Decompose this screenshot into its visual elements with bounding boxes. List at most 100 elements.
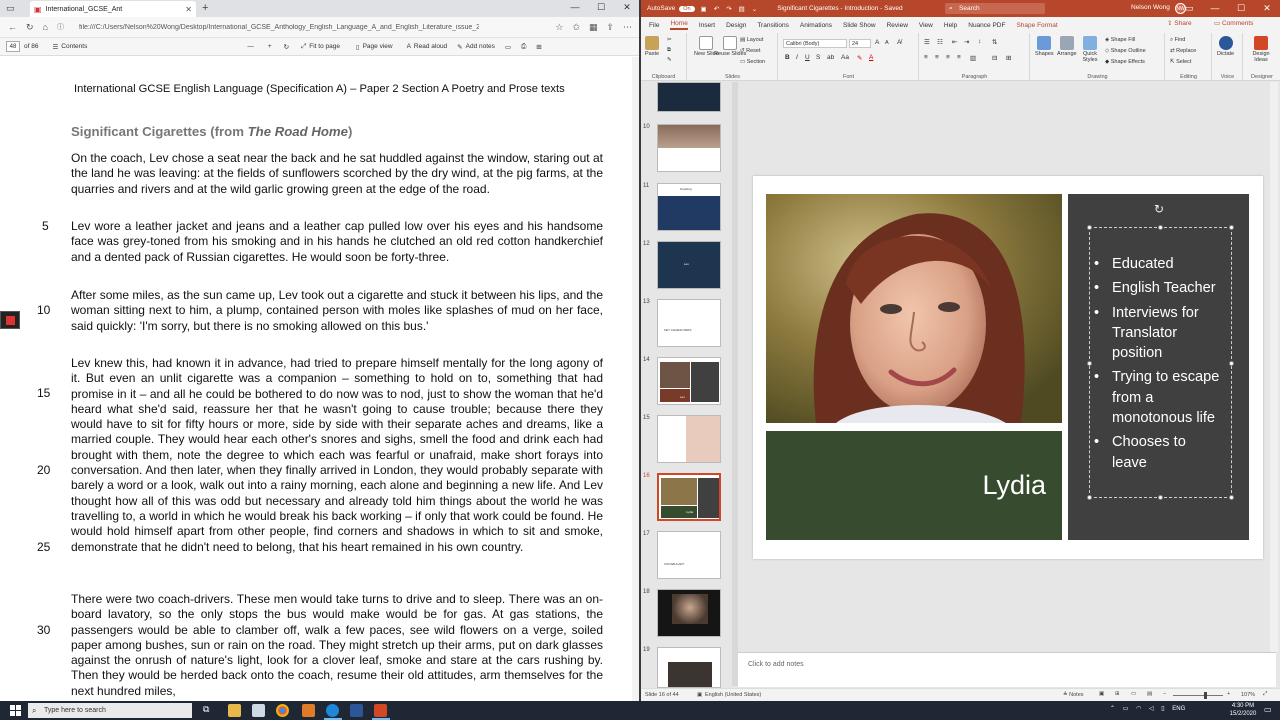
arrange-button[interactable]: Arrange <box>1057 36 1077 57</box>
favorites-icon[interactable]: ✩ <box>572 22 580 33</box>
slide-thumbnail-16[interactable]: Lydia <box>657 473 721 521</box>
new-tab-icon[interactable]: + <box>202 2 208 14</box>
format-painter-icon[interactable]: ✎ <box>667 57 672 63</box>
tab-nuance-pdf[interactable]: Nuance PDF <box>968 22 1005 29</box>
notes-button[interactable]: ≜ Notes <box>1063 692 1084 698</box>
char-spacing-icon[interactable]: ab <box>827 54 834 61</box>
quick-styles-button[interactable]: Quick Styles <box>1079 36 1101 63</box>
resize-handle[interactable] <box>1158 225 1163 230</box>
slide-thumbnail-14[interactable]: Lev <box>657 357 721 405</box>
more-icon[interactable]: ⋯ <box>623 22 632 33</box>
maximize-icon[interactable]: ☐ <box>1228 3 1254 14</box>
spell-check-icon[interactable]: ▣ <box>697 692 702 698</box>
language-indicator[interactable]: English (United States) <box>705 692 761 698</box>
resize-handle[interactable] <box>1229 361 1234 366</box>
fit-slide-icon[interactable]: ⤢ <box>1263 691 1267 698</box>
zoom-in-icon[interactable]: + <box>268 43 272 50</box>
network-icon[interactable]: ▭ <box>1123 706 1129 712</box>
normal-view-icon[interactable]: ▣ <box>1099 691 1104 697</box>
slide-thumbnail-18[interactable] <box>657 589 721 637</box>
align-center-icon[interactable]: ≡ <box>935 54 939 61</box>
bold-icon[interactable]: B <box>785 54 790 61</box>
resize-handle[interactable] <box>1087 225 1092 230</box>
minimize-icon[interactable]: — <box>1202 3 1228 14</box>
close-icon[interactable]: ✕ <box>1254 3 1280 14</box>
tab-actions-icon[interactable]: ▭ <box>6 3 15 14</box>
bullets-icon[interactable]: ☰ <box>924 38 930 46</box>
chrome-icon[interactable] <box>276 704 289 717</box>
bullet-item[interactable]: Trying to escape from a monotonous life <box>1094 367 1224 428</box>
fit-to-page-button[interactable]: ⤢ Fit to page <box>301 43 340 51</box>
zoom-slider-thumb[interactable] <box>1204 692 1207 699</box>
tab-close-icon[interactable]: ✕ <box>185 5 192 14</box>
tab-animations[interactable]: Animations <box>800 22 832 29</box>
bullet-item[interactable]: Educated <box>1094 254 1224 275</box>
tab-shape-format[interactable]: Shape Format <box>1016 22 1057 29</box>
user-name[interactable]: Nelson Wong <box>1131 4 1170 11</box>
tab-design[interactable]: Design <box>726 22 746 29</box>
resize-handle[interactable] <box>1158 495 1163 500</box>
numbering-icon[interactable]: ☷ <box>937 38 943 46</box>
pdf-scrollbar[interactable] <box>632 57 639 701</box>
tray-chevron-icon[interactable]: ⌃ <box>1110 706 1115 712</box>
windows-start-icon[interactable] <box>10 705 21 716</box>
italic-icon[interactable]: I <box>796 54 798 61</box>
maximize-icon[interactable]: ☐ <box>588 2 614 13</box>
slide-thumbnail-9[interactable] <box>657 82 721 112</box>
align-text-icon[interactable]: ⊟ <box>992 54 997 62</box>
read-aloud-button[interactable]: A Read aloud <box>407 43 448 50</box>
edge-tab-pdf[interactable]: ▣ International_GCSE_Ant ✕ <box>30 1 196 17</box>
back-icon[interactable]: ← <box>8 22 17 32</box>
justify-icon[interactable]: ≡ <box>957 54 961 61</box>
shape-fill-button[interactable]: ◈ Shape Fill <box>1105 37 1135 43</box>
tab-slide-show[interactable]: Slide Show <box>843 22 876 29</box>
select-button[interactable]: ⇱ Select <box>1170 59 1191 65</box>
paste-button[interactable]: Paste <box>645 36 659 57</box>
autosave-toggle[interactable]: On <box>679 5 695 12</box>
present-icon[interactable]: ▤ <box>739 5 745 13</box>
zoom-slider[interactable] <box>1173 695 1223 696</box>
ribbon-display-icon[interactable]: ▭ <box>1176 3 1202 14</box>
notes-pane[interactable]: Click to add notes <box>738 652 1276 687</box>
customize-qat-icon[interactable]: ⌄ <box>752 5 757 13</box>
section-button[interactable]: ▭ Section <box>740 59 765 65</box>
save-icon[interactable]: ▣ <box>701 5 707 13</box>
text-direction-icon[interactable]: ⇅ <box>992 38 997 46</box>
file-explorer-icon[interactable] <box>228 704 241 717</box>
tab-review[interactable]: Review <box>887 22 908 29</box>
battery-icon[interactable]: ▯ <box>1161 706 1164 712</box>
font-color-icon[interactable]: A <box>869 54 873 61</box>
shapes-button[interactable]: Shapes <box>1035 36 1054 57</box>
wifi-icon[interactable]: ◠ <box>1136 706 1141 712</box>
firefox-icon[interactable] <box>302 704 315 717</box>
case-icon[interactable]: Aa <box>841 54 849 61</box>
word-icon[interactable] <box>350 704 363 717</box>
shape-outline-button[interactable]: ◇ Shape Outline <box>1105 48 1146 54</box>
share-button[interactable]: ⇪ Share <box>1167 19 1203 27</box>
name-box[interactable]: Lydia <box>766 431 1062 540</box>
print-icon[interactable]: ⎙ <box>521 43 526 51</box>
slide-thumbnail-19[interactable] <box>657 647 721 688</box>
slide-thumbnail-10[interactable] <box>657 124 721 172</box>
favorite-star-icon[interactable]: ☆ <box>555 22 563 33</box>
find-button[interactable]: ⌕ Find <box>1170 37 1185 43</box>
clock[interactable]: 4:30 PM 15/2/2020 <box>1226 703 1260 718</box>
zoom-out-icon[interactable]: − <box>1163 691 1166 697</box>
tab-transitions[interactable]: Transitions <box>757 22 789 29</box>
zoom-level[interactable]: 107% <box>1241 692 1255 698</box>
volume-icon[interactable]: ◁ <box>1149 706 1154 712</box>
font-size-select[interactable]: 24 <box>849 39 871 48</box>
portrait-photo[interactable] <box>766 194 1062 423</box>
design-ideas-button[interactable]: Design Ideas <box>1248 36 1274 63</box>
edge-icon[interactable] <box>326 704 339 717</box>
tab-home[interactable]: Home <box>670 20 688 30</box>
notifications-icon[interactable]: ▭ <box>1264 705 1272 714</box>
replace-button[interactable]: ⇄ Replace <box>1170 48 1196 54</box>
copy-icon[interactable]: ⧉ <box>667 47 671 53</box>
tab-insert[interactable]: Insert <box>699 22 715 29</box>
contents-button[interactable]: ☰ Contents <box>52 43 87 51</box>
bullet-list[interactable]: Educated English Teacher Interviews for … <box>1094 254 1224 477</box>
add-notes-button[interactable]: ✎ Add notes <box>457 43 495 51</box>
increase-indent-icon[interactable]: ⇥ <box>964 38 969 46</box>
mail-icon[interactable] <box>252 704 265 717</box>
